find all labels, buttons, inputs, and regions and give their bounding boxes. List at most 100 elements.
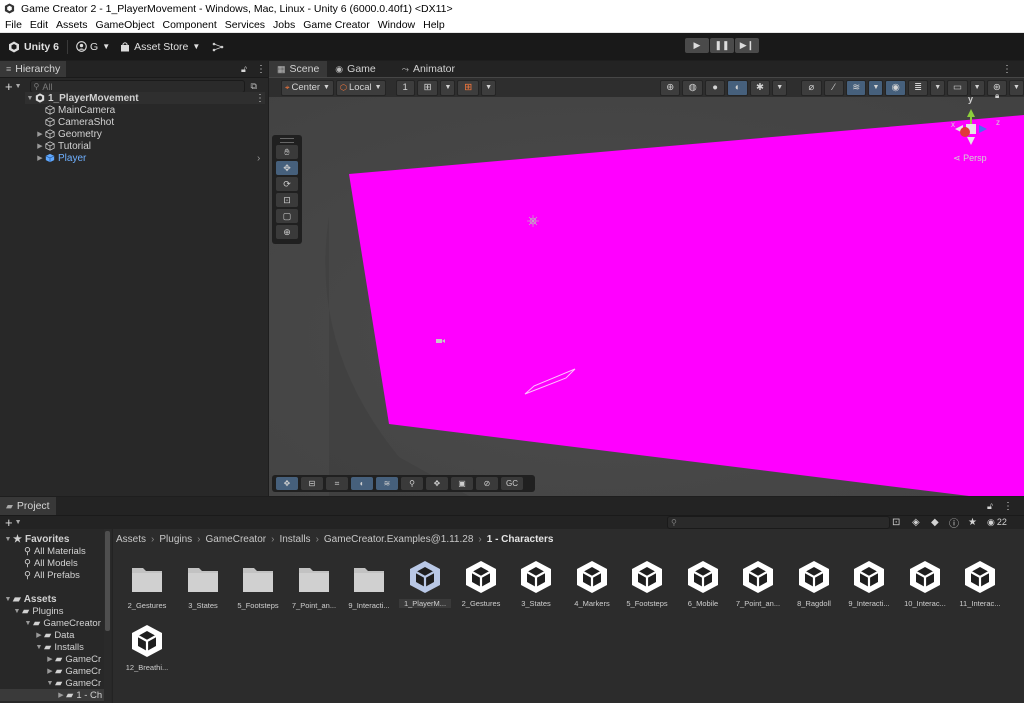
expand-arrow-icon[interactable]: ▶ xyxy=(56,691,66,699)
visibility-toggle-button[interactable]: ◉ xyxy=(885,79,906,96)
gizmos-dropdown[interactable]: ▼ xyxy=(1009,79,1024,96)
shaded-mode-button[interactable]: ◍ xyxy=(682,79,703,96)
drag-handle[interactable] xyxy=(280,138,294,143)
rotate-tool-button[interactable]: ⟳ xyxy=(276,177,298,191)
grid-size-input[interactable]: 1 xyxy=(395,79,415,96)
tab-game[interactable]: ◉ Game xyxy=(327,61,383,77)
overlay-lighting-button[interactable]: ◐ xyxy=(351,477,373,490)
rect-tool-button[interactable]: ▢ xyxy=(276,209,298,223)
lock-icon[interactable]: 🔓︎ xyxy=(987,501,993,512)
grid-snap-button[interactable]: ⊞ xyxy=(416,79,439,96)
hierarchy-item-tutorial[interactable]: ▶ Tutorial xyxy=(35,140,91,152)
asset-scene[interactable]: 10_Interac... xyxy=(899,558,951,608)
audio-toggle-button[interactable]: ⁄ xyxy=(823,79,845,96)
2d-toggle-button[interactable]: ⌀ xyxy=(801,79,822,96)
move-tool-button[interactable]: ✥ xyxy=(276,161,298,175)
more-options-icon[interactable]: ⋮ xyxy=(256,64,266,75)
increment-snap-dropdown[interactable]: ▼ xyxy=(481,79,497,96)
expand-arrow-icon[interactable]: ▼ xyxy=(3,596,13,603)
more-options-icon[interactable]: ⋮ xyxy=(1002,64,1012,75)
step-button[interactable]: ▶❙ xyxy=(735,38,759,53)
overlay-gc-button[interactable]: GC xyxy=(501,477,523,490)
menu-gameobject[interactable]: GameObject xyxy=(96,19,155,31)
expand-arrow-icon[interactable]: ▶ xyxy=(45,667,55,675)
overlay-transform-button[interactable]: ✥ xyxy=(426,477,448,490)
asset-folder[interactable]: 9_Interacti... xyxy=(343,560,395,610)
asset-folder[interactable]: 3_States xyxy=(177,560,229,610)
expand-arrow-icon[interactable]: ▼ xyxy=(23,620,33,627)
expand-arrow-icon[interactable]: ▶ xyxy=(34,631,44,639)
search-by-type-icon[interactable]: ⊡ xyxy=(892,517,900,528)
effects-toggle-button[interactable]: ≋ xyxy=(846,79,867,96)
grid-snap-dropdown[interactable]: ▼ xyxy=(440,79,456,96)
info-icon[interactable]: ⓘ xyxy=(949,515,959,530)
expand-arrow-icon[interactable]: ▶ xyxy=(35,130,45,138)
tab-hierarchy[interactable]: ≡ Hierarchy xyxy=(0,61,67,77)
favorite-all-materials[interactable]: ⚲ All Materials xyxy=(24,545,86,557)
overlay-compass-button[interactable]: ⊘ xyxy=(476,477,498,490)
expand-arrow-icon[interactable]: ▶ xyxy=(35,142,45,150)
tree-scrollbar[interactable] xyxy=(104,529,111,703)
tab-animator[interactable]: ⤳ Animator xyxy=(394,61,463,77)
breadcrumb-item[interactable]: Installs xyxy=(279,534,310,545)
camera-settings-button[interactable]: ▭ xyxy=(947,79,968,96)
asset-folder[interactable]: 5_Footsteps xyxy=(232,560,284,610)
assets-root[interactable]: ▼ ▰ Assets xyxy=(3,593,57,605)
favorites-header[interactable]: ▼ ★ Favorites xyxy=(3,533,70,545)
asset-folder[interactable]: 2_Gestures xyxy=(121,560,173,610)
menu-window[interactable]: Window xyxy=(378,19,415,31)
lighting-mode-button[interactable]: ◐ xyxy=(727,79,748,96)
overlay-settings-button[interactable]: ⊟ xyxy=(301,477,323,490)
hidden-packages-toggle[interactable]: ◉ 22 xyxy=(987,517,1007,528)
asset-scene-selected[interactable]: 1_PlayerM... xyxy=(399,558,451,608)
overlay-grid-button[interactable]: ⌗ xyxy=(326,477,348,490)
breadcrumb-item[interactable]: GameCreator.Examples@1.11.28 xyxy=(324,534,473,545)
space-mode-dropdown[interactable]: ⬡ Local ▼ xyxy=(335,79,386,96)
scene-visibility-icon[interactable]: ⧉ xyxy=(251,81,257,92)
effects-dropdown[interactable]: ▼ xyxy=(868,79,884,96)
tree-folder-data[interactable]: ▶ ▰ Data xyxy=(34,629,74,641)
scene-viewport[interactable]: ✋︎ ✥ ⟳ ⊡ ▢ ⊕ y x z 🔒︎ ⋖ Persp ✥ ⊟ ⌗ ◐ ≋ … xyxy=(269,91,1024,496)
tree-folder-gamecreator[interactable]: ▼ ▰ GameCreator xyxy=(23,617,101,629)
scrollbar-thumb[interactable] xyxy=(105,531,110,631)
user-menu-button[interactable]: G ▼ xyxy=(76,41,110,53)
expand-arrow-icon[interactable]: ▶ xyxy=(45,655,55,663)
play-button[interactable]: ▶ xyxy=(685,38,709,53)
tab-scene[interactable]: ▦ Scene xyxy=(269,61,328,77)
star-icon[interactable]: ★ xyxy=(968,517,977,528)
lock-icon[interactable]: 🔒︎ xyxy=(995,91,999,101)
menu-game-creator[interactable]: Game Creator xyxy=(303,19,370,31)
hierarchy-item-player[interactable]: ▶ Player › xyxy=(35,152,265,164)
layers-dropdown[interactable]: ▼ xyxy=(930,79,946,96)
menu-edit[interactable]: Edit xyxy=(30,19,48,31)
account-button[interactable]: Unity 6 xyxy=(8,41,59,53)
layers-button[interactable]: ≣ xyxy=(907,79,929,96)
tree-folder-gamecreator-1[interactable]: ▶ ▰ GameCr xyxy=(45,653,101,665)
filter-icon[interactable]: ◈ xyxy=(912,517,920,528)
transform-tool-button[interactable]: ⊕ xyxy=(276,225,298,239)
breadcrumb-item[interactable]: Assets xyxy=(116,534,146,545)
asset-scene[interactable]: 11_Interac... xyxy=(954,558,1006,608)
menu-services[interactable]: Services xyxy=(225,19,265,31)
hierarchy-item-geometry[interactable]: ▶ Geometry xyxy=(35,128,102,140)
expand-arrow-icon[interactable]: ▼ xyxy=(3,536,13,543)
menu-jobs[interactable]: Jobs xyxy=(273,19,295,31)
debug-mode-button[interactable]: ✱ xyxy=(749,79,771,96)
favorite-all-prefabs[interactable]: ⚲ All Prefabs xyxy=(24,569,80,581)
hierarchy-item-maincamera[interactable]: MainCamera xyxy=(45,104,115,116)
asset-store-button[interactable]: Asset Store ▼ xyxy=(120,41,200,53)
asset-scene[interactable]: 2_Gestures xyxy=(455,558,507,608)
debug-mode-dropdown[interactable]: ▼ xyxy=(772,79,788,96)
tree-folder-gamecreator-3[interactable]: ▼ ▰ GameCr xyxy=(45,677,102,689)
menu-assets[interactable]: Assets xyxy=(56,19,88,31)
menu-help[interactable]: Help xyxy=(423,19,445,31)
favorite-all-models[interactable]: ⚲ All Models xyxy=(24,557,78,569)
hierarchy-item-camerashot[interactable]: CameraShot xyxy=(45,116,114,128)
scale-tool-button[interactable]: ⊡ xyxy=(276,193,298,207)
lock-icon[interactable]: 🔓︎ xyxy=(241,64,247,75)
breadcrumb-item[interactable]: Plugins xyxy=(159,534,192,545)
chevron-down-icon[interactable]: ▼ xyxy=(15,83,22,90)
add-icon[interactable]: + xyxy=(5,515,13,530)
more-options-icon[interactable]: ⋮ xyxy=(1003,501,1013,512)
tree-folder-gamecreator-2[interactable]: ▶ ▰ GameCr xyxy=(45,665,101,677)
